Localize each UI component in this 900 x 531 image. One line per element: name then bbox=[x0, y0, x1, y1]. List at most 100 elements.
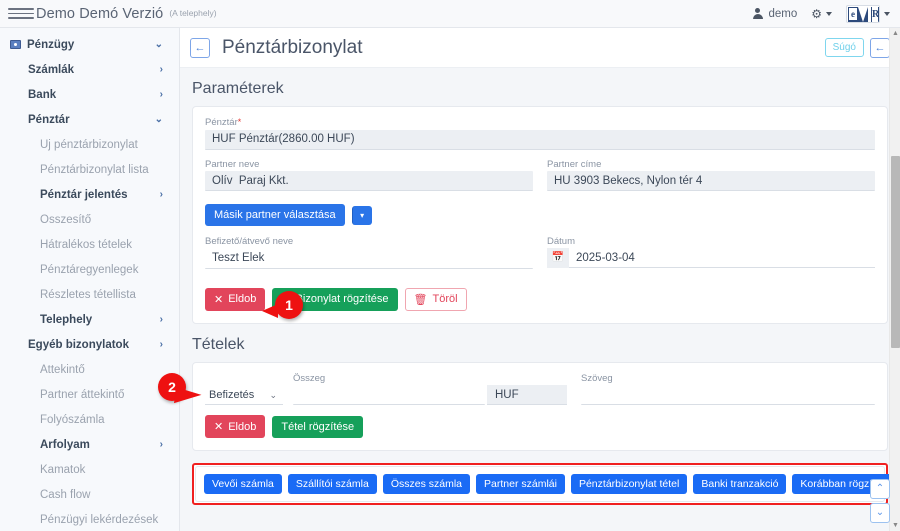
close-icon: ✕ bbox=[214, 421, 224, 433]
chevron-down-icon bbox=[826, 11, 832, 16]
help-button[interactable]: Súgó bbox=[824, 38, 864, 57]
page-header-actions: Súgó ← bbox=[824, 37, 890, 58]
discard-item-label: Eldob bbox=[228, 420, 257, 433]
scroll-down-arrow-icon[interactable]: ▼ bbox=[890, 520, 900, 531]
choose-partner-dropdown-toggle[interactable]: ▾ bbox=[351, 205, 372, 225]
delete-document-label: Töröl bbox=[432, 293, 458, 305]
sidebar-item-label: Számlák bbox=[28, 63, 75, 76]
item-type-select[interactable]: BefizetésKifizetés bbox=[205, 385, 283, 405]
sidebar-item-13[interactable]: Áttekintő bbox=[0, 357, 179, 382]
payer-input[interactable] bbox=[205, 248, 533, 269]
source-button-2[interactable]: Összes számla bbox=[382, 474, 471, 494]
scrollbar-thumb[interactable] bbox=[891, 156, 900, 348]
gear-icon: ⚙ bbox=[811, 6, 822, 21]
source-button-1[interactable]: Szállítói számla bbox=[287, 474, 377, 494]
sidebar-item-0[interactable]: Pénzügy ⌄ bbox=[0, 32, 179, 57]
text-input[interactable] bbox=[581, 385, 875, 405]
sidebar-item-label: Egyéb bizonylatok bbox=[28, 338, 129, 351]
sidebar-item-label: Folyószámla bbox=[40, 413, 105, 426]
sidebar-item-17[interactable]: Kamatok bbox=[0, 457, 179, 482]
amount-input[interactable] bbox=[293, 385, 485, 405]
currency-display: HUF bbox=[487, 385, 567, 405]
text-field: Szöveg bbox=[581, 373, 875, 405]
hamburger-icon[interactable] bbox=[8, 8, 34, 19]
items-actions: ✕ Eldob Tétel rögzítése bbox=[205, 415, 875, 438]
scroll-buttons-group: ⌃ ⌄ bbox=[870, 479, 890, 523]
choose-other-partner-button[interactable]: Másik partner választása bbox=[205, 204, 345, 226]
back-button[interactable]: ← bbox=[190, 37, 210, 58]
sidebar-item-label: Bank bbox=[28, 88, 57, 101]
user-name: demo bbox=[768, 7, 798, 20]
sidebar-item-label: Partner áttekintő bbox=[40, 388, 125, 401]
required-marker: * bbox=[237, 117, 242, 127]
sidebar-item-11[interactable]: Telephely › bbox=[0, 307, 179, 332]
source-button-3[interactable]: Partner számlái bbox=[476, 474, 565, 494]
penztar-label: Pénztár* bbox=[205, 117, 875, 128]
callout-pointer-icon bbox=[262, 304, 278, 318]
sidebar-item-15[interactable]: Folyószámla bbox=[0, 407, 179, 432]
callout-badge-1: 1 bbox=[262, 291, 303, 319]
save-item-button[interactable]: Tétel rögzítése bbox=[272, 415, 364, 438]
sidebar-item-10[interactable]: Részletes tétellista bbox=[0, 282, 179, 307]
save-document-label: Bizonylat rögzítése bbox=[295, 293, 389, 305]
sidebar-scrollbar[interactable]: ▲ ▼ bbox=[889, 28, 900, 531]
discard-document-button[interactable]: ✕ Eldob bbox=[205, 287, 266, 311]
page-header: ← Pénztárbizonylat Súgó ← bbox=[180, 28, 900, 68]
sidebar-item-16[interactable]: Árfolyam › bbox=[0, 432, 179, 457]
sidebar-item-6[interactable]: Pénztár jelentés › bbox=[0, 182, 179, 207]
chevron-right-icon: › bbox=[159, 189, 163, 200]
sidebar-item-label: Új pénztárbizonylat bbox=[40, 138, 138, 151]
sidebar-item-14[interactable]: Partner áttekintő bbox=[0, 382, 179, 407]
sidebar-item-label: Pénzügyi lekérdezések bbox=[40, 513, 159, 526]
date-input-wrapper[interactable]: 📅 2025-03-04 bbox=[547, 247, 875, 268]
sidebar-item-label: Pénztáregyenlegek bbox=[40, 263, 139, 276]
scroll-to-top-button[interactable]: ⌃ bbox=[870, 479, 890, 499]
scroll-to-bottom-button[interactable]: ⌄ bbox=[870, 503, 890, 523]
sidebar-item-5[interactable]: Pénztárbizonylat lista bbox=[0, 157, 179, 182]
item-entry-row: BefizetésKifizetés ⌄ Összeg HUF Szöveg bbox=[205, 373, 875, 405]
source-button-5[interactable]: Banki tranzakció bbox=[693, 474, 787, 494]
discard-item-button[interactable]: ✕ Eldob bbox=[205, 415, 266, 438]
logo-letter-e: e bbox=[849, 7, 857, 20]
source-button-0[interactable]: Vevői számla bbox=[204, 474, 282, 494]
close-button[interactable]: ← bbox=[870, 37, 890, 58]
sidebar-item-label: Részletes tétellista bbox=[40, 288, 136, 301]
chevron-right-icon: › bbox=[159, 64, 163, 75]
sidebar-item-label: Árfolyam bbox=[40, 438, 90, 451]
penztar-input[interactable] bbox=[205, 129, 875, 150]
callout-badge-1-number: 1 bbox=[285, 297, 293, 313]
sidebar-item-7[interactable]: Összesítő bbox=[0, 207, 179, 232]
chevron-right-icon: › bbox=[159, 89, 163, 100]
logo-letter-i bbox=[868, 6, 871, 22]
partner-name-input[interactable] bbox=[205, 171, 533, 191]
parameters-heading: Paraméterek bbox=[192, 80, 284, 97]
payer-field: Befizető/átvevő neve bbox=[205, 236, 533, 269]
source-buttons-bar: Vevői számla Szállítói számla Összes száml… bbox=[195, 466, 900, 502]
sidebar-item-9[interactable]: Pénztáregyenlegek bbox=[0, 257, 179, 282]
scroll-up-arrow-icon[interactable]: ▲ bbox=[890, 28, 900, 39]
sidebar-item-1[interactable]: Számlák › bbox=[0, 57, 179, 82]
sidebar-item-12[interactable]: Egyéb bizonylatok › bbox=[0, 332, 179, 357]
sidebar-item-3[interactable]: Pénztár ⌄ bbox=[0, 107, 179, 132]
sidebar-item-label: Hátralékos tételek bbox=[40, 238, 133, 251]
sidebar-item-2[interactable]: Bank › bbox=[0, 82, 179, 107]
calendar-icon[interactable]: 📅 bbox=[547, 247, 569, 268]
sidebar-item-4[interactable]: Új pénztárbizonylat bbox=[0, 132, 179, 157]
user-menu[interactable]: demo bbox=[752, 8, 797, 20]
source-button-4[interactable]: Pénztárbizonylat tétel bbox=[570, 474, 688, 494]
items-heading: Tételek bbox=[192, 335, 245, 353]
sidebar-item-18[interactable]: Cash flow bbox=[0, 482, 179, 507]
callout-pointer-icon bbox=[174, 387, 202, 407]
logo-menu[interactable]: e R bbox=[846, 4, 890, 23]
sidebar-item-19[interactable]: Pénzügyi lekérdezések bbox=[0, 507, 179, 531]
partner-name-field: Partner neve bbox=[205, 159, 533, 191]
partner-address-input[interactable] bbox=[547, 171, 875, 191]
date-field: Dátum 📅 2025-03-04 bbox=[547, 236, 875, 269]
topbar-right-group: demo ⚙ e R bbox=[752, 4, 900, 23]
sidebar-item-8[interactable]: Hátralékos tételek bbox=[0, 232, 179, 257]
parameters-card: Pénztár* Partner neve Partner címe Másik… bbox=[192, 106, 888, 324]
partner-address-label: Partner címe bbox=[547, 158, 602, 170]
chevron-down-icon: ⌄ bbox=[154, 114, 163, 125]
settings-menu[interactable]: ⚙ bbox=[811, 8, 832, 20]
delete-document-button[interactable]: 🗑 Töröl bbox=[404, 287, 467, 311]
